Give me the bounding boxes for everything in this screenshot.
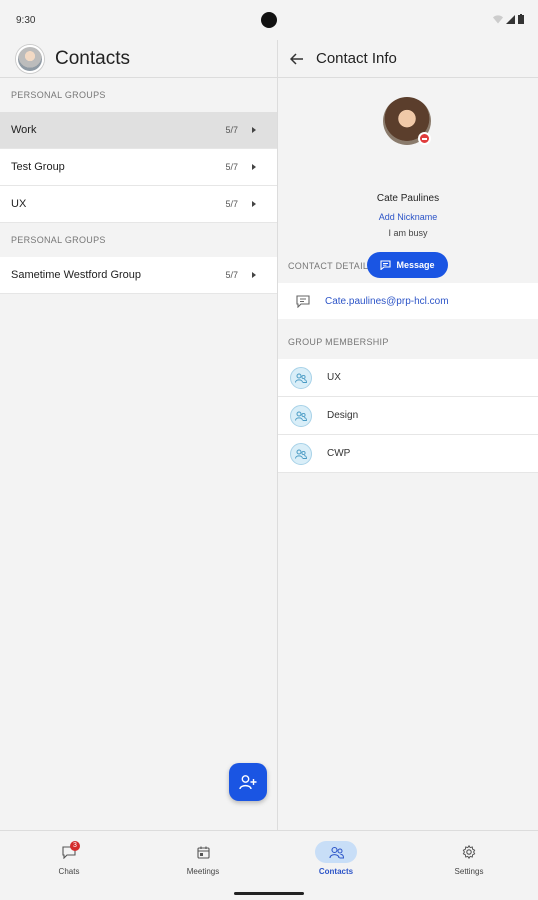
contacts-pane: Contacts PERSONAL GROUPS Work 5/7 Test G… xyxy=(0,40,277,830)
contact-info-pane: Contact Info Cate Paulines Add Nickname … xyxy=(278,40,538,830)
bottom-navigation: 3 Chats Meetings Contacts Settings xyxy=(0,830,538,900)
chevron-right-icon xyxy=(252,164,256,170)
contacts-icon xyxy=(328,846,344,858)
add-contact-button[interactable] xyxy=(229,763,267,801)
nav-chats-icon-wrap: 3 xyxy=(48,841,90,863)
page-title: Contacts xyxy=(55,47,130,69)
group-name: Sametime Westford Group xyxy=(11,269,142,281)
system-icons xyxy=(493,14,524,24)
add-person-icon xyxy=(239,775,257,790)
group-row-ux[interactable]: UX 5/7 xyxy=(0,186,277,223)
membership-row-design[interactable]: Design xyxy=(278,397,538,435)
nav-contacts-icon-wrap xyxy=(315,841,357,863)
group-icon xyxy=(290,404,312,427)
nav-meetings-icon-wrap xyxy=(182,841,224,863)
nav-label: Chats xyxy=(58,867,80,876)
group-name: Work xyxy=(11,124,37,136)
group-name: Test Group xyxy=(11,161,65,173)
group-row-work[interactable]: Work 5/7 xyxy=(0,112,277,149)
group-membership-label: GROUP MEMBERSHIP xyxy=(288,336,389,347)
chevron-right-icon xyxy=(252,127,256,133)
contact-email[interactable]: Cate.paulines@prp-hcl.com xyxy=(325,296,449,307)
contact-info-title: Contact Info xyxy=(316,50,397,67)
section-label-personal-groups: PERSONAL GROUPS xyxy=(11,90,106,100)
contact-info-header: Contact Info xyxy=(278,40,538,78)
calendar-icon xyxy=(196,846,210,859)
message-icon xyxy=(380,260,392,270)
nav-meetings[interactable]: Meetings xyxy=(136,831,270,891)
group-count: 5/7 xyxy=(225,125,238,135)
membership-group-name: Design xyxy=(327,410,359,421)
membership-group-name: CWP xyxy=(327,448,351,459)
nav-settings[interactable]: Settings xyxy=(402,831,536,891)
status-bar: 9:30 xyxy=(0,0,538,40)
message-button-label: Message xyxy=(396,260,435,270)
chat-bubble-icon xyxy=(296,294,310,308)
contacts-header: Contacts xyxy=(0,40,277,78)
group-icon xyxy=(290,366,312,389)
membership-row-ux[interactable]: UX xyxy=(278,359,538,397)
group-row-sametime-westford[interactable]: Sametime Westford Group 5/7 xyxy=(0,257,277,294)
chats-badge: 3 xyxy=(70,841,80,851)
gear-icon xyxy=(462,845,476,859)
chevron-right-icon xyxy=(252,272,256,278)
section-label-personal-groups-2: PERSONAL GROUPS xyxy=(11,235,106,245)
group-icon xyxy=(290,442,312,465)
camera-cutout xyxy=(261,12,277,28)
battery-icon xyxy=(518,14,524,24)
nav-contacts[interactable]: Contacts xyxy=(269,831,403,891)
nav-label: Meetings xyxy=(186,867,220,876)
signal-icon xyxy=(506,15,515,24)
contact-profile: Cate Paulines Add Nickname I am busy Mes… xyxy=(278,78,538,278)
add-nickname-link[interactable]: Add Nickname xyxy=(278,212,538,222)
nav-label: Contacts xyxy=(318,867,354,876)
chevron-right-icon xyxy=(252,201,256,207)
group-name: UX xyxy=(11,198,27,210)
nav-chats[interactable]: 3 Chats xyxy=(2,831,136,891)
group-count: 5/7 xyxy=(225,162,238,172)
back-arrow-icon[interactable] xyxy=(290,52,304,65)
membership-group-name: UX xyxy=(327,372,341,383)
group-count: 5/7 xyxy=(225,199,238,209)
nav-settings-icon-wrap xyxy=(448,841,490,863)
group-count: 5/7 xyxy=(225,270,238,280)
nav-label: Settings xyxy=(454,867,484,876)
contact-status-text: I am busy xyxy=(388,228,428,238)
message-button[interactable]: Message xyxy=(367,252,448,278)
contact-name: Cate Paulines xyxy=(376,193,440,204)
home-indicator[interactable] xyxy=(234,892,304,895)
busy-status-icon xyxy=(418,132,431,145)
membership-row-cwp[interactable]: CWP xyxy=(278,435,538,473)
user-avatar[interactable] xyxy=(16,44,44,73)
group-row-test-group[interactable]: Test Group 5/7 xyxy=(0,149,277,186)
email-row[interactable]: Cate.paulines@prp-hcl.com xyxy=(278,283,538,319)
status-time: 9:30 xyxy=(16,15,36,26)
wifi-icon xyxy=(493,15,503,24)
